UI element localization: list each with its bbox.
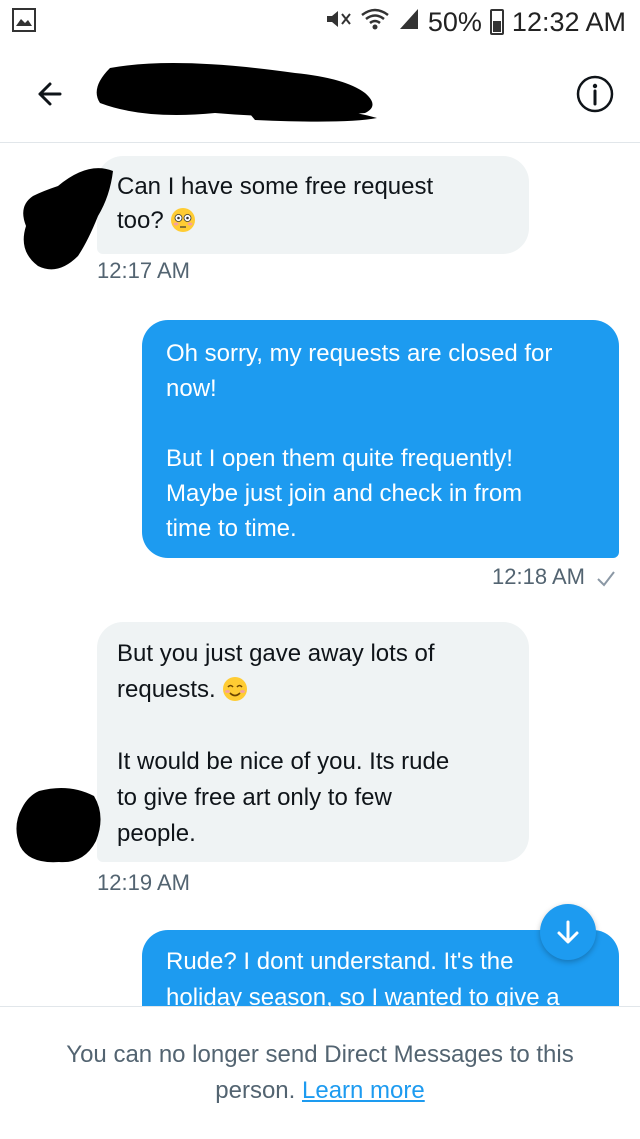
message-line: time to time. [166,515,297,542]
message-line: Oh sorry, my requests are closed for [166,340,553,367]
message-line: holiday season, so I wanted to give a [166,984,560,1006]
message-timestamp: 12:19 AM [97,870,190,895]
info-circle-icon[interactable] [575,74,615,114]
message-timestamp: 12:17 AM [97,258,190,283]
scroll-to-bottom-button[interactable] [540,904,596,960]
message-line: people. [117,820,196,847]
arrow-down-icon [557,920,579,944]
flushed-face-icon [171,208,196,232]
learn-more-link[interactable]: Learn more [302,1077,425,1104]
message-line: But you just gave away lots of [117,640,435,667]
status-icons: 50% 12:32 AM [324,4,626,40]
message-line: too? [117,207,164,234]
message-line: But I open them quite frequently! [166,445,513,472]
battery-icon [489,9,504,35]
wifi-icon [360,7,390,37]
arrow-left-icon[interactable] [30,76,70,112]
clock: 12:32 AM [511,6,626,37]
incoming-message[interactable]: Can I have some free request too? [97,156,529,254]
incoming-message[interactable]: But you just gave away lots of requests.… [97,622,529,862]
status-bar: 50% 12:32 AM [0,0,640,46]
message-line: It would be nice of you. Its rude [117,748,450,775]
message-timestamp: 12:18 AM [492,564,585,589]
message-line: now! [166,375,217,402]
message-line: requests. [117,676,216,703]
battery-percent: 50% [427,6,482,37]
outgoing-message[interactable]: Oh sorry, my requests are closed for now… [142,320,619,558]
redacted-avatar [16,787,101,863]
dm-disabled-footer: You can no longer send Direct Messages t… [0,1006,640,1139]
message-line: Rude? I dont understand. It's the [166,948,514,975]
dm-disabled-notice: You can no longer send Direct Messages t… [40,1037,600,1109]
conversation-header [0,46,640,143]
message-line: Maybe just join and check in from [166,480,523,507]
message-line: Can I have some free request [117,173,434,200]
message-list[interactable]: Can I have some free request too? 12:17 … [0,142,640,1006]
redacted-username [96,63,377,122]
image-notification-icon [12,8,36,32]
signal-icon [398,7,420,37]
check-icon [597,571,615,587]
smiling-face-icon [223,677,248,701]
message-line: to give free art only to few [117,784,392,811]
mute-icon [324,8,352,36]
